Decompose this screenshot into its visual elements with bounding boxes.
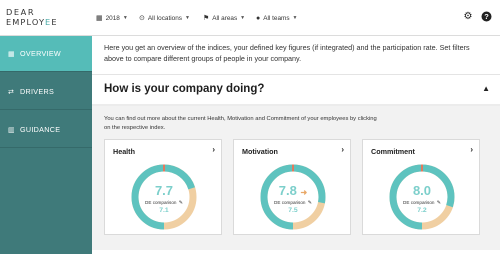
pencil-icon: ✎: [178, 200, 183, 206]
filter-areas[interactable]: ⚑ All areas ▼: [203, 12, 245, 24]
brand-logo[interactable]: DEAR EMPLOYEE: [6, 7, 58, 27]
sidebar-item-overview[interactable]: ▦ OVERVIEW: [0, 36, 92, 72]
donut-chart: 7.8 ➜ DE comparison ✎ 7.5: [258, 162, 328, 232]
chevron-right-icon[interactable]: ›: [212, 145, 215, 154]
main-content: Here you get an overview of the indices,…: [92, 36, 500, 254]
card-title: Health: [113, 147, 135, 156]
comparison-label[interactable]: DE comparison ✎: [258, 200, 328, 206]
filter-year-label: 2018: [105, 14, 120, 22]
sidebar-item-guidance[interactable]: ▥ GUIDANCE: [0, 112, 92, 148]
chevron-right-icon[interactable]: ›: [341, 145, 344, 154]
donut-marker: [163, 164, 165, 172]
donut-marker: [292, 164, 294, 172]
section-description: You can find out more about the current …: [104, 116, 377, 131]
pencil-icon: ✎: [307, 200, 312, 206]
brand-line-2-end: E: [51, 17, 58, 27]
filter-locations-label: All locations: [147, 14, 182, 22]
section-header[interactable]: How is your company doing? ▲: [92, 74, 500, 104]
trend-arrow-icon: ➜: [300, 188, 308, 197]
chevron-down-icon: ▼: [184, 15, 190, 21]
filter-year[interactable]: ▦ 2018 ▼: [96, 12, 128, 24]
comparison-label[interactable]: DE comparison ✎: [387, 200, 457, 206]
card-title: Motivation: [242, 147, 278, 156]
section-title: How is your company doing?: [104, 83, 265, 95]
donut-chart: 8.0 DE comparison ✎ 7.2: [387, 162, 457, 232]
comparison-label[interactable]: DE comparison ✎: [129, 200, 199, 206]
brand-line-2-text: EMPLOY: [6, 17, 46, 27]
calendar-icon: ▦: [96, 15, 103, 22]
section-body: You can find out more about the current …: [92, 106, 500, 254]
chevron-down-icon: ▼: [122, 15, 128, 21]
gear-icon[interactable]: ⚙: [462, 11, 474, 23]
index-score-value: 7.8: [278, 183, 297, 198]
sidebar-item-drivers[interactable]: ⇄ DRIVERS: [0, 74, 92, 110]
help-icon-shape: ?: [481, 11, 491, 22]
location-icon: ⊙: [139, 15, 145, 22]
index-card-health[interactable]: Health › 7.7 DE comparison ✎ 7.1: [104, 139, 222, 235]
filter-teams[interactable]: ● All teams ▼: [256, 12, 297, 24]
comparison-label-text: DE comparison: [403, 200, 435, 205]
donut-chart: 7.7 DE comparison ✎ 7.1: [129, 162, 199, 232]
comparison-value: 7.1: [159, 207, 169, 214]
grid-icon: ▦: [8, 50, 15, 58]
flag-icon: ⚑: [203, 15, 210, 22]
chevron-down-icon: ▼: [292, 15, 298, 21]
intro-text: Here you get an overview of the indices,…: [92, 36, 500, 74]
filter-teams-label: All teams: [263, 14, 290, 22]
donut-marker: [421, 164, 423, 172]
index-score: 7.7: [129, 183, 199, 198]
person-icon: ●: [256, 14, 261, 22]
comparison-label-text: DE comparison: [145, 200, 177, 205]
index-score-value: 7.7: [154, 183, 174, 198]
pencil-icon: ✎: [436, 200, 441, 206]
index-score: 7.8 ➜: [258, 183, 328, 198]
brand-line-1: DEAR: [6, 7, 36, 17]
sidebar-item-label: OVERVIEW: [20, 49, 62, 58]
chevron-up-icon[interactable]: ▲: [482, 84, 490, 93]
book-icon: ▥: [8, 126, 15, 134]
top-bar: DEAR EMPLOYEE ▦ 2018 ▼ ⊙ All locations ▼…: [0, 0, 500, 36]
sidebar: ▦ OVERVIEW ⇄ DRIVERS ▥ GUIDANCE: [0, 36, 92, 254]
help-icon[interactable]: ?: [480, 11, 492, 23]
arrows-icon: ⇄: [8, 88, 15, 96]
index-score-value: 8.0: [412, 183, 432, 198]
sidebar-item-label: GUIDANCE: [20, 125, 61, 134]
index-card-motivation[interactable]: Motivation › 7.8 ➜ DE comparison ✎ 7.5: [233, 139, 351, 235]
chevron-right-icon[interactable]: ›: [470, 145, 473, 154]
card-title: Commitment: [371, 147, 415, 156]
filter-locations[interactable]: ⊙ All locations ▼: [139, 12, 190, 24]
brand-line-2: EMPLOYEE: [6, 17, 58, 27]
next-section-edge: [92, 250, 500, 254]
chevron-down-icon: ▼: [240, 15, 246, 21]
index-card-commitment[interactable]: Commitment › 8.0 DE comparison ✎ 7.2: [362, 139, 480, 235]
comparison-value: 7.5: [288, 207, 298, 214]
index-score: 8.0: [387, 183, 457, 198]
comparison-value: 7.2: [417, 207, 427, 214]
svg-text:?: ?: [484, 12, 489, 21]
filter-areas-label: All areas: [212, 14, 238, 22]
sidebar-item-label: DRIVERS: [20, 87, 55, 96]
comparison-label-text: DE comparison: [274, 200, 306, 205]
